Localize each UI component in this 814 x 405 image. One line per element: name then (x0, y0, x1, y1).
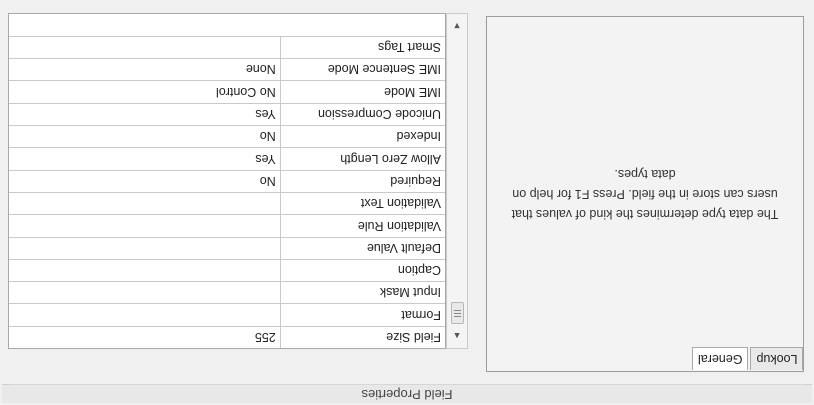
properties-scrollbar[interactable]: ▲ ▼ (446, 13, 468, 349)
property-value-field[interactable] (9, 260, 280, 281)
property-row: IME Sentence Mode None (9, 58, 445, 81)
property-name[interactable]: Validation Text (279, 192, 445, 215)
property-value-field[interactable]: 255 (9, 327, 280, 348)
property-row: Default Value (9, 236, 445, 259)
property-name[interactable]: Caption (279, 259, 445, 282)
property-name[interactable]: IME Sentence Mode (279, 59, 445, 81)
property-value-field[interactable]: No Control (9, 81, 280, 102)
property-value-field[interactable]: Yes (9, 104, 280, 125)
property-name[interactable]: Format (279, 304, 445, 326)
property-row: Caption (9, 258, 445, 282)
property-row: Indexed No (9, 125, 445, 148)
property-name[interactable]: Indexed (279, 126, 445, 148)
property-row: Required No (9, 169, 445, 192)
property-row: Input Mask (9, 281, 445, 304)
tab-lookup[interactable]: Lookup (750, 347, 804, 370)
property-value-field[interactable] (9, 193, 280, 214)
help-panel: The data type determines the kind of val… (486, 16, 804, 372)
property-value-field[interactable]: No (9, 126, 280, 147)
property-name[interactable]: Required (279, 170, 445, 192)
field-properties-grid: Field Size 255 Format Input Mask Caption Defa… (8, 13, 446, 349)
property-name[interactable]: Allow Zero Length (279, 148, 445, 170)
section-title: Field Properties (2, 384, 812, 403)
property-value-field[interactable] (9, 304, 280, 325)
property-row: Allow Zero Length Yes (9, 147, 445, 170)
property-name[interactable]: Input Mask (279, 282, 445, 304)
property-name[interactable]: Validation Rule (279, 215, 445, 237)
property-value-field[interactable]: None (9, 59, 280, 80)
property-row: Smart Tags (9, 35, 445, 59)
property-value-field[interactable] (9, 37, 280, 58)
scroll-thumb[interactable] (451, 302, 464, 324)
property-name[interactable]: Smart Tags (279, 36, 445, 59)
property-value-field[interactable] (9, 282, 280, 303)
tab-strip: General Lookup (692, 347, 806, 370)
property-name[interactable]: Unicode Compression (279, 103, 445, 126)
property-row: Field Size 255 (9, 325, 445, 348)
property-row: IME Mode No Control (9, 80, 445, 103)
property-name[interactable]: Field Size (279, 326, 445, 348)
property-name[interactable]: Default Value (279, 237, 445, 259)
scroll-down-icon[interactable]: ▼ (447, 16, 467, 36)
property-row: Validation Rule (9, 214, 445, 237)
property-value-field[interactable] (9, 238, 280, 259)
tab-general[interactable]: General (692, 347, 749, 370)
property-row: Format (9, 303, 445, 326)
property-value-field[interactable]: Yes (9, 148, 280, 169)
property-name[interactable]: IME Mode (279, 81, 445, 103)
help-text: The data type determines the kind of val… (511, 167, 779, 221)
property-value-field[interactable] (9, 215, 280, 236)
property-row: Validation Text (9, 191, 445, 215)
property-value-field[interactable]: No (9, 171, 280, 192)
divider (10, 384, 804, 385)
property-row: Unicode Compression Yes (9, 102, 445, 126)
scroll-up-icon[interactable]: ▲ (447, 326, 467, 346)
